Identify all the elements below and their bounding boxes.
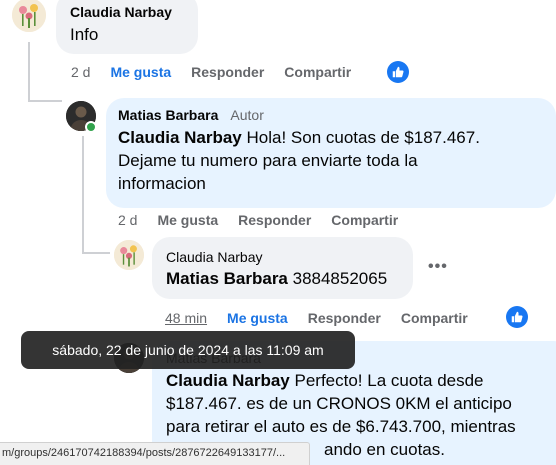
flowers-avatar-icon bbox=[114, 240, 144, 270]
like-button[interactable]: Me gusta bbox=[227, 310, 288, 326]
online-status-dot bbox=[85, 121, 97, 133]
reply-button[interactable]: Responder bbox=[238, 212, 311, 228]
reply-button[interactable]: Responder bbox=[191, 64, 264, 80]
share-button[interactable]: Compartir bbox=[284, 64, 351, 80]
text-segment: ando en cuotas. bbox=[324, 440, 445, 459]
comment-actions: 2 d Me gusta Responder Compartir bbox=[118, 212, 418, 228]
comment-timestamp[interactable]: 2 d bbox=[118, 212, 137, 228]
like-reaction[interactable] bbox=[506, 306, 528, 328]
flowers-avatar-icon bbox=[12, 0, 46, 32]
like-button[interactable]: Me gusta bbox=[110, 64, 171, 80]
comment-bubble: Claudia Narbay Info bbox=[56, 0, 198, 54]
comment-text-line: $187.467. es de un CRONOS 0KM el anticip… bbox=[166, 394, 512, 413]
comment-author[interactable]: Claudia Narbay bbox=[70, 4, 184, 20]
avatar[interactable] bbox=[114, 240, 144, 270]
comment-text-line: informacion bbox=[118, 174, 206, 193]
comment-text-line: para retirar el auto es de $6.743.700, m… bbox=[166, 417, 516, 436]
text-segment: 3884852065 bbox=[287, 269, 388, 288]
like-button[interactable]: Me gusta bbox=[157, 212, 218, 228]
comment-author[interactable]: Matias Barbara bbox=[118, 107, 218, 123]
thumbs-up-icon bbox=[392, 66, 404, 78]
comment-actions: 2 d Me gusta Responder Compartir bbox=[71, 64, 371, 80]
timestamp-tooltip: sábado, 22 de junio de 2024 a las 11:09 … bbox=[21, 331, 355, 369]
reply-button[interactable]: Responder bbox=[308, 310, 381, 326]
comment-actions: 48 min Me gusta Responder Compartir bbox=[165, 310, 488, 326]
text-segment: Perfecto! La cuota desde bbox=[289, 371, 484, 390]
thread-line bbox=[82, 136, 84, 254]
comment-author-row: Matias Barbara Autor bbox=[118, 107, 544, 123]
avatar[interactable] bbox=[12, 0, 46, 32]
comment-text-line: Dejame tu numero para enviarte toda la bbox=[118, 151, 418, 170]
comment-text-line: Claudia Narbay Hola! Son cuotas de $187.… bbox=[118, 126, 544, 149]
comment-text: Matias Barbara 3884852065 bbox=[166, 267, 399, 290]
comment-timestamp[interactable]: 2 d bbox=[71, 64, 90, 80]
text-segment: Hola! Son cuotas de $187.467. bbox=[241, 128, 480, 147]
share-button[interactable]: Compartir bbox=[331, 212, 398, 228]
like-reaction[interactable] bbox=[387, 61, 409, 83]
comment-bubble: Claudia Narbay Matias Barbara 3884852065 bbox=[152, 237, 413, 299]
author-badge: Autor bbox=[230, 107, 264, 123]
comment-text: Info bbox=[70, 25, 99, 44]
status-bar-url: m/groups/246170742188394/posts/287672264… bbox=[0, 442, 310, 465]
mention-link[interactable]: Matias Barbara bbox=[166, 269, 288, 288]
share-button[interactable]: Compartir bbox=[401, 310, 468, 326]
mention-link[interactable]: Claudia Narbay bbox=[166, 371, 290, 390]
more-horizontal-icon[interactable]: ••• bbox=[428, 258, 448, 276]
thread-line bbox=[28, 100, 62, 102]
comment-thread: Claudia Narbay Info 2 d Me gusta Respond… bbox=[0, 0, 556, 465]
comment-author[interactable]: Claudia Narbay bbox=[166, 249, 399, 265]
comment-timestamp[interactable]: 48 min bbox=[165, 310, 207, 326]
thumbs-up-icon bbox=[511, 311, 523, 323]
thread-line bbox=[28, 42, 30, 102]
mention-link[interactable]: Claudia Narbay bbox=[118, 128, 242, 147]
thread-line bbox=[82, 252, 110, 254]
comment-bubble: Matias Barbara Autor Claudia Narbay Hola!… bbox=[106, 98, 556, 208]
comment-text-line: Claudia Narbay Perfecto! La cuota desde bbox=[166, 369, 556, 392]
comment-text: Claudia Narbay Hola! Son cuotas de $187.… bbox=[118, 126, 544, 195]
